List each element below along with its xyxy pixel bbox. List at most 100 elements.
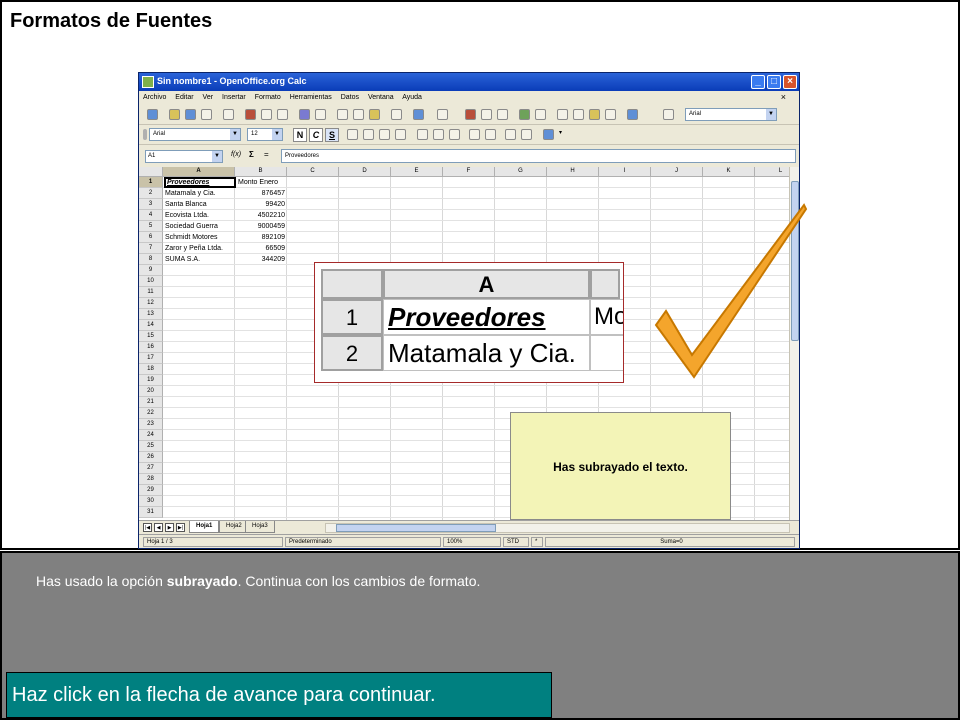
row-header-19[interactable]: 19 <box>139 375 163 386</box>
row-header-9[interactable]: 9 <box>139 265 163 276</box>
menu-insertar[interactable]: Insertar <box>222 94 246 101</box>
autospellcheck-icon[interactable] <box>315 109 326 120</box>
row-header-24[interactable]: 24 <box>139 430 163 441</box>
column-header-h[interactable]: H <box>547 167 599 177</box>
row-header-27[interactable]: 27 <box>139 463 163 474</box>
sheet-tab-hoja3[interactable]: Hoja3 <box>245 521 275 533</box>
redo-icon[interactable] <box>437 109 448 120</box>
menu-editar[interactable]: Editar <box>175 94 193 101</box>
draw-functions-icon[interactable] <box>535 109 546 120</box>
export-pdf-icon[interactable] <box>245 109 256 120</box>
row-header-15[interactable]: 15 <box>139 331 163 342</box>
column-header-e[interactable]: E <box>391 167 443 177</box>
row-header-22[interactable]: 22 <box>139 408 163 419</box>
sort-descending-icon[interactable] <box>497 109 508 120</box>
menu-ver[interactable]: Ver <box>203 94 214 101</box>
row-header-25[interactable]: 25 <box>139 441 163 452</box>
undo-icon[interactable] <box>413 109 424 120</box>
row-header-26[interactable]: 26 <box>139 452 163 463</box>
align-left-icon[interactable] <box>347 129 358 140</box>
maximize-icon[interactable]: □ <box>767 75 781 89</box>
column-header-f[interactable]: F <box>443 167 495 177</box>
scroll-thumb[interactable] <box>336 524 496 532</box>
cut-icon[interactable] <box>337 109 348 120</box>
row-header-3[interactable]: 3 <box>139 199 163 210</box>
row-header-4[interactable]: 4 <box>139 210 163 221</box>
row-header-6[interactable]: 6 <box>139 232 163 243</box>
row-header-5[interactable]: 5 <box>139 221 163 232</box>
sheet-tab-hoja1[interactable]: Hoja1 <box>189 521 220 533</box>
paste-icon[interactable] <box>369 109 380 120</box>
close-icon[interactable]: × <box>783 75 797 89</box>
underline-button[interactable]: S <box>325 128 339 142</box>
email-icon[interactable] <box>201 109 212 120</box>
cell-a3[interactable]: Santa Blanca <box>164 199 234 210</box>
row-header-10[interactable]: 10 <box>139 276 163 287</box>
select-all-corner[interactable] <box>139 167 163 177</box>
menu-formato[interactable]: Formato <box>255 94 281 101</box>
row-header-11[interactable]: 11 <box>139 287 163 298</box>
cell-a2[interactable]: Matamala y Cia. <box>164 188 234 199</box>
row-header-31[interactable]: 31 <box>139 507 163 518</box>
row-header-13[interactable]: 13 <box>139 309 163 320</box>
spellcheck-icon[interactable] <box>299 109 310 120</box>
row-header-8[interactable]: 8 <box>139 254 163 265</box>
font-size-combo[interactable]: 12 ▼ <box>247 128 283 141</box>
row-header-29[interactable]: 29 <box>139 485 163 496</box>
currency-format-icon[interactable] <box>433 129 444 140</box>
column-header-k[interactable]: K <box>703 167 755 177</box>
chart-icon[interactable] <box>519 109 530 120</box>
menu-datos[interactable]: Datos <box>341 94 359 101</box>
menu-archivo[interactable]: Archivo <box>143 94 166 101</box>
cell-b3[interactable]: 99420 <box>236 199 287 210</box>
align-right-icon[interactable] <box>379 129 390 140</box>
minimize-icon[interactable]: _ <box>751 75 765 89</box>
cell-a5[interactable]: Sociedad Guerra <box>164 221 234 232</box>
decrease-indent-icon[interactable] <box>521 129 532 140</box>
cell-a7[interactable]: Zaror y Peña Ltda. <box>164 243 234 254</box>
format-paintbrush-icon[interactable] <box>391 109 402 120</box>
save-icon[interactable] <box>185 109 196 120</box>
menu-ayuda[interactable]: Ayuda <box>402 94 422 101</box>
increase-font-icon[interactable] <box>469 129 480 140</box>
cell-b6[interactable]: 892109 <box>236 232 287 243</box>
font-color-icon[interactable] <box>543 129 554 140</box>
row-header-18[interactable]: 18 <box>139 364 163 375</box>
cell-b8[interactable]: 344209 <box>236 254 287 265</box>
cell-b5[interactable]: 9000459 <box>236 221 287 232</box>
menu-herramientas[interactable]: Herramientas <box>290 94 332 101</box>
sum-icon[interactable]: Σ <box>249 150 254 159</box>
row-header-30[interactable]: 30 <box>139 496 163 507</box>
merge-cells-icon[interactable] <box>417 129 428 140</box>
align-center-icon[interactable] <box>363 129 374 140</box>
copy-icon[interactable] <box>353 109 364 120</box>
form-control-icon[interactable] <box>663 109 674 120</box>
nav-prompt-box[interactable]: Haz click en la flecha de avance para co… <box>6 672 552 718</box>
row-header-23[interactable]: 23 <box>139 419 163 430</box>
row-header-28[interactable]: 28 <box>139 474 163 485</box>
cell-a4[interactable]: Ecovista Ltda. <box>164 210 234 221</box>
row-header-16[interactable]: 16 <box>139 342 163 353</box>
prev-sheet-icon[interactable]: ◀ <box>154 523 163 532</box>
sort-ascending-icon[interactable] <box>481 109 492 120</box>
document-close-icon[interactable]: × <box>781 92 786 102</box>
chevron-down-icon[interactable]: ▾ <box>559 129 565 140</box>
cell-b7[interactable]: 66509 <box>236 243 287 254</box>
cell-a1[interactable]: Proveedores <box>164 177 236 188</box>
gallery-icon[interactable] <box>589 109 600 120</box>
row-header-20[interactable]: 20 <box>139 386 163 397</box>
print-icon[interactable] <box>261 109 272 120</box>
cell-b1[interactable]: Monto Enero <box>236 177 287 188</box>
edit-file-icon[interactable] <box>223 109 234 120</box>
cell-a6[interactable]: Schmidt Motores <box>164 232 234 243</box>
row-header-7[interactable]: 7 <box>139 243 163 254</box>
column-header-c[interactable]: C <box>287 167 339 177</box>
new-document-icon[interactable] <box>147 109 158 120</box>
font-name-combo-tb1[interactable]: Arial ▼ <box>685 108 777 121</box>
column-header-g[interactable]: G <box>495 167 547 177</box>
status-mode[interactable]: STD <box>503 537 529 547</box>
chevron-down-icon[interactable]: ▼ <box>272 129 282 140</box>
help-icon[interactable] <box>627 109 638 120</box>
first-sheet-icon[interactable]: |◀ <box>143 523 152 532</box>
formula-input[interactable]: Proveedores <box>281 149 796 163</box>
